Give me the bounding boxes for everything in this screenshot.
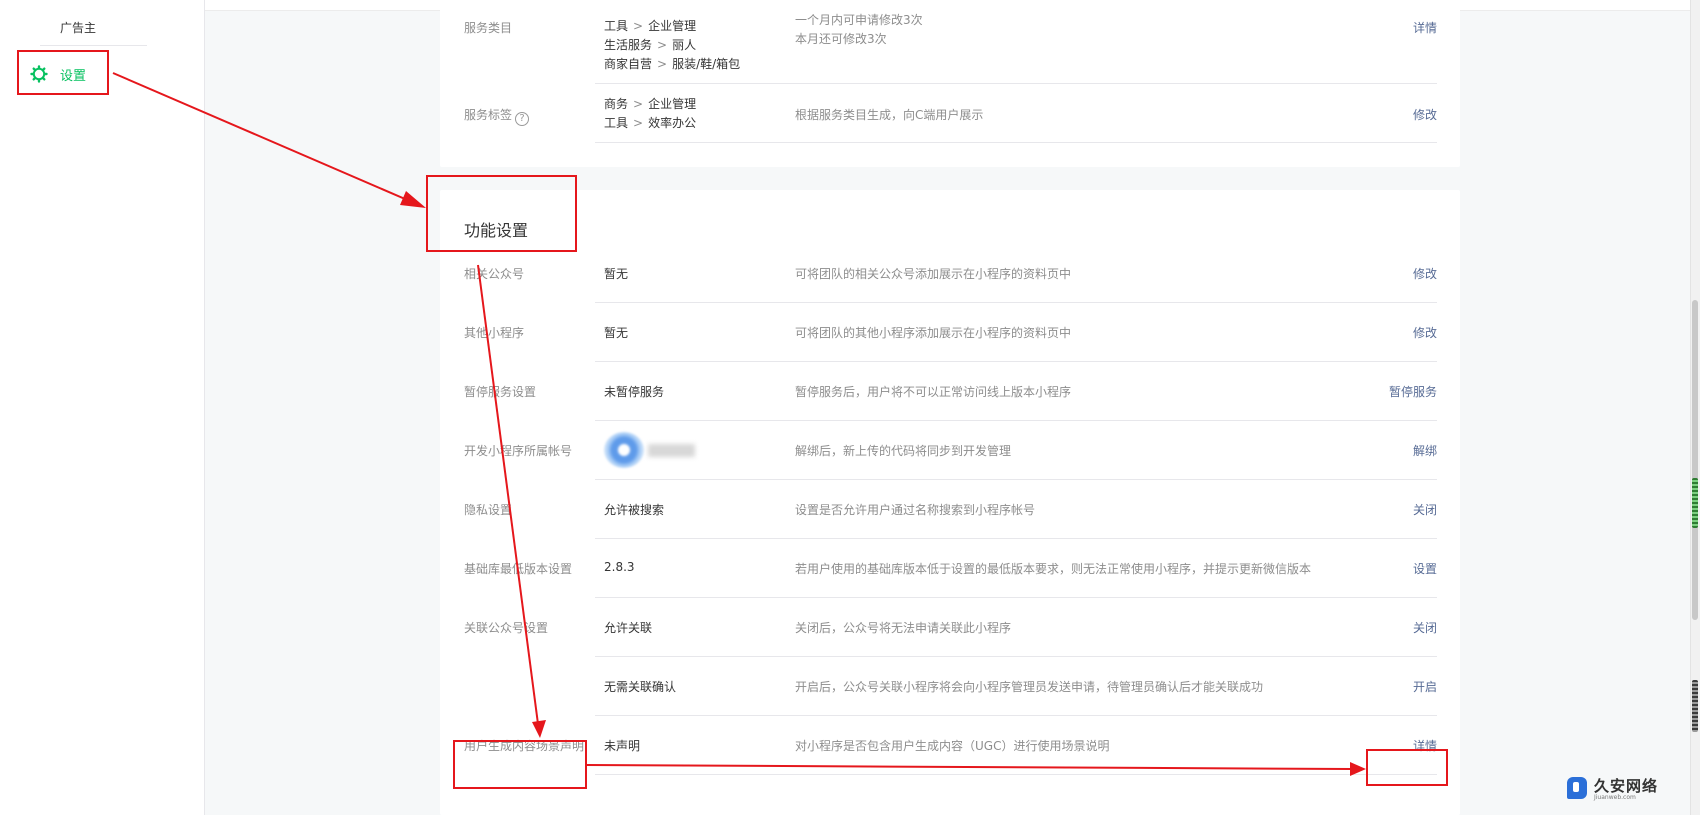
service-category-row: 服务类目 工具 > 企业管理 生活服务 > 丽人 商家自营 > 服装/鞋/箱包 一个月内可申… [440,0,1460,84]
service-tags-row: 服务标签? 商务 > 企业管理 工具 > 效率办公 根据服务类目生成，向C端用户展示 修… [440,84,1460,143]
category-item: 工具 > 企业管理 [604,19,697,33]
annotation-box-settings [17,50,109,95]
annotation-box-function-settings [426,175,577,252]
service-category-detail-link[interactable]: 详情 [1413,19,1437,36]
sidebar: 广告主 设置 [0,0,205,815]
tag-item: 商务 > 企业管理 [604,97,697,111]
service-tags-modify-link[interactable]: 修改 [1413,106,1437,123]
service-info-panel: 服务类目 工具 > 企业管理 生活服务 > 丽人 商家自营 > 服装/鞋/箱包 一个月内可申… [440,0,1460,167]
service-category-desc: 一个月内可申请修改3次 本月还可修改3次 [795,13,923,46]
side-widget [1692,680,1698,732]
chevron-right-icon: > [633,116,644,130]
settings-row-related-official-account: 相关公众号 暂无 可将团队的相关公众号添加展示在小程序的资料页中 修改 [440,244,1460,303]
side-widget [1692,478,1698,528]
service-tags-values: 商务 > 企业管理 工具 > 效率办公 [604,95,696,133]
annotation-box-ugc-label [453,740,587,789]
chevron-right-icon: > [657,38,668,52]
avatar [604,432,644,468]
category-item: 商家自营 > 服装/鞋/箱包 [604,57,741,71]
pause-service-link[interactable]: 暂停服务 [1389,383,1437,400]
settings-row-pause-service: 暂停服务设置 未暂停服务 暂停服务后，用户将不可以正常访问线上版本小程序 暂停服… [440,362,1460,421]
chevron-right-icon: > [633,19,644,33]
chevron-right-icon: > [633,97,644,111]
tag-item: 工具 > 效率办公 [604,116,697,130]
settings-row-privacy: 隐私设置 允许被搜索 设置是否允许用户通过名称搜索到小程序帐号 关闭 [440,480,1460,539]
service-category-label: 服务类目 [464,21,513,35]
set-link[interactable]: 设置 [1413,560,1437,577]
watermark: 久安网络 Jiuanweb.com [1567,775,1687,805]
sidebar-item-ad[interactable]: 广告主 [60,19,120,36]
chevron-right-icon: > [657,57,668,71]
service-tags-label: 服务标签? [464,106,530,126]
row-divider [595,774,1437,775]
settings-row-link-confirm: 无需关联确认 开启后，公众号关联小程序将会向小程序管理员发送申请，待管理员确认后… [440,657,1460,716]
enable-link[interactable]: 开启 [1413,678,1437,695]
account-name-redacted [648,444,695,457]
unbind-link[interactable]: 解绑 [1413,442,1437,459]
close-link[interactable]: 关闭 [1413,619,1437,636]
settings-row-ugc-declaration: 用户生成内容场景声明 未声明 对小程序是否包含用户生成内容（UGC）进行使用场景… [440,716,1460,775]
category-item: 生活服务 > 丽人 [604,38,697,52]
settings-row-dev-account: 开发小程序所属帐号 解绑后，新上传的代码将同步到开发管理 解绑 [440,421,1460,480]
settings-row-other-miniprograms: 其他小程序 暂无 可将团队的其他小程序添加展示在小程序的资料页中 修改 [440,303,1460,362]
modify-link[interactable]: 修改 [1413,265,1437,282]
help-icon[interactable]: ? [515,112,530,126]
settings-row-link-official-account: 关联公众号设置 允许关联 关闭后，公众号将无法申请关联此小程序 关闭 [440,598,1460,657]
watermark-subtitle: Jiuanweb.com [1594,794,1636,801]
watermark-logo-icon [1567,777,1587,799]
annotation-box-detail-link [1366,749,1448,786]
modify-link[interactable]: 修改 [1413,324,1437,341]
settings-row-min-lib-version: 基础库最低版本设置 2.8.3 若用户使用的基础库版本低于设置的最低版本要求，则… [440,539,1460,598]
close-link[interactable]: 关闭 [1413,501,1437,518]
service-tags-desc: 根据服务类目生成，向C端用户展示 [795,108,984,122]
function-settings-panel: 功能设置 相关公众号 暂无 可将团队的相关公众号添加展示在小程序的资料页中 修改… [440,190,1460,815]
row-divider [595,142,1437,143]
service-category-values: 工具 > 企业管理 生活服务 > 丽人 商家自营 > 服装/鞋/箱包 [604,17,740,74]
watermark-title: 久安网络 [1594,777,1659,795]
arrowhead [400,191,426,208]
sidebar-divider [40,45,147,46]
scrollbar-thumb[interactable] [1692,300,1698,620]
